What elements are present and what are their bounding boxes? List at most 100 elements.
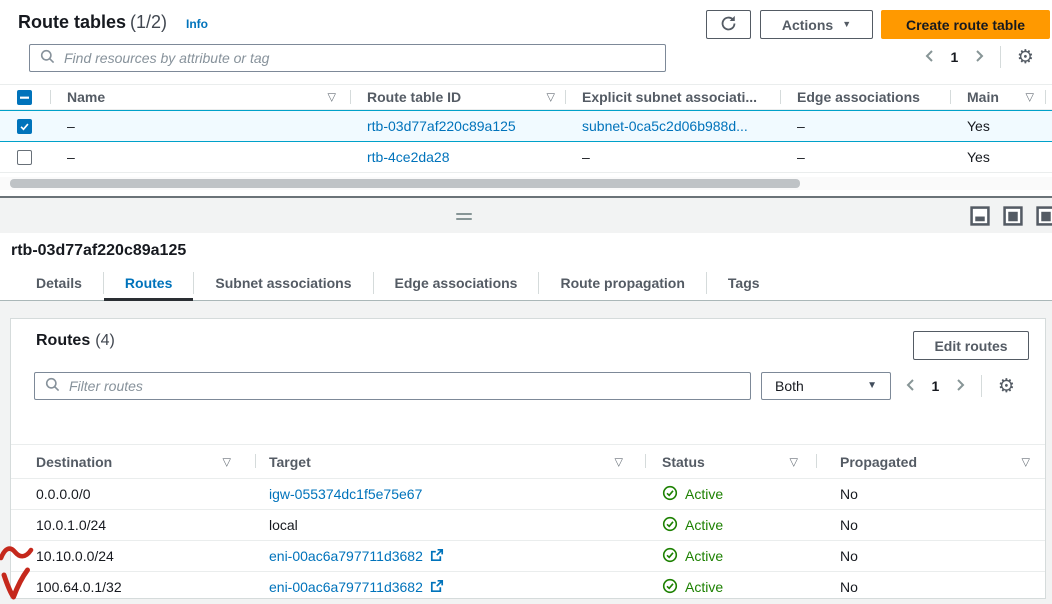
resource-search[interactable] <box>29 44 666 72</box>
target-link[interactable]: eni-00ac6a797711d3682 <box>269 548 423 564</box>
next-page-icon[interactable] <box>955 378 966 395</box>
cell-destination: 0.0.0.0/0 <box>11 486 255 502</box>
edit-routes-button[interactable]: Edit routes <box>913 331 1029 360</box>
routes-table-header: Destination ▽ Target ▽ Status ▽ Propagat… <box>11 444 1045 479</box>
search-icon <box>40 49 55 67</box>
route-row: 10.10.0.0/24 eni-00ac6a797711d3682 Activ… <box>11 541 1045 572</box>
sort-icon[interactable]: ▽ <box>328 91 336 104</box>
external-link-icon[interactable] <box>430 579 444 596</box>
cell-main: Yes <box>950 149 1046 165</box>
actions-button-label: Actions <box>782 17 833 33</box>
tab-edge-associations[interactable]: Edge associations <box>374 266 539 300</box>
refresh-button[interactable] <box>706 10 751 39</box>
row-checkbox-checked[interactable] <box>17 119 32 134</box>
routes-filter[interactable] <box>34 372 751 400</box>
cell-edge-associations: – <box>780 149 950 165</box>
previous-page-icon[interactable] <box>924 49 935 66</box>
resource-count: (1/2) <box>130 12 167 32</box>
status-label: Active <box>685 548 723 564</box>
external-link-icon[interactable] <box>430 548 444 565</box>
resize-drag-handle[interactable] <box>456 213 472 223</box>
cell-destination: 10.0.1.0/24 <box>11 517 255 533</box>
page-number[interactable]: 1 <box>932 378 940 394</box>
actions-button[interactable]: Actions ▼ <box>760 10 873 39</box>
status-active-icon <box>662 485 678 504</box>
target-text: local <box>269 517 298 533</box>
route-row: 10.0.1.0/24 local Active No <box>11 510 1045 541</box>
cell-name: – <box>50 118 350 134</box>
routes-filter-input[interactable] <box>67 377 740 395</box>
settings-gear-icon[interactable]: ⚙ <box>998 377 1015 396</box>
divider <box>816 454 817 468</box>
routes-section-title: Routes(4) <box>36 332 115 350</box>
cell-propagated: No <box>816 517 1045 533</box>
next-page-icon[interactable] <box>974 49 985 66</box>
sort-icon[interactable]: ▽ <box>547 91 555 104</box>
column-header-propagated[interactable]: Propagated ▽ <box>816 454 1045 470</box>
target-link[interactable]: eni-00ac6a797711d3682 <box>269 579 423 595</box>
target-link[interactable]: igw-055374dc1f5e75e67 <box>269 486 422 502</box>
divider <box>780 90 781 104</box>
column-header-explicit-subnet[interactable]: Explicit subnet associati... <box>565 89 780 105</box>
tab-tags[interactable]: Tags <box>707 266 781 300</box>
routes-card: Routes(4) Edit routes Both ▼ 1 ⚙ <box>10 318 1046 599</box>
sort-icon[interactable]: ▽ <box>1026 91 1034 104</box>
column-header-destination[interactable]: Destination ▽ <box>11 454 255 470</box>
divider <box>565 90 566 104</box>
select-all-checkbox[interactable] <box>17 90 32 105</box>
status-active-icon <box>662 516 678 535</box>
tab-routes[interactable]: Routes <box>104 266 193 300</box>
route-table-id-link[interactable]: rtb-4ce2da28 <box>367 149 450 165</box>
cell-explicit-subnet: – <box>565 149 780 165</box>
panel-bottom-position-icon[interactable] <box>970 206 990 229</box>
panel-hide-icon[interactable] <box>1036 206 1052 229</box>
routes-count: (4) <box>95 332 115 349</box>
scrollbar-thumb[interactable] <box>10 179 800 188</box>
table-row[interactable]: – rtb-4ce2da28 – – Yes <box>0 142 1052 173</box>
filter-scope-select[interactable]: Both ▼ <box>761 372 891 400</box>
divider <box>981 375 982 397</box>
info-link[interactable]: Info <box>186 17 208 31</box>
divider <box>950 90 951 104</box>
column-header-status[interactable]: Status ▽ <box>645 454 816 470</box>
column-header-route-table-id[interactable]: Route table ID ▽ <box>350 89 565 105</box>
previous-page-icon[interactable] <box>905 378 916 395</box>
tab-content-area: Routes(4) Edit routes Both ▼ 1 ⚙ <box>0 301 1052 604</box>
column-header-edge-associations[interactable]: Edge associations <box>780 89 950 105</box>
row-select-cell <box>0 119 50 134</box>
chevron-down-icon: ▼ <box>842 20 851 29</box>
column-header-main[interactable]: Main ▽ <box>950 89 1046 105</box>
horizontal-scrollbar <box>0 177 1052 190</box>
page-title-text: Route tables <box>18 12 126 32</box>
table-row[interactable]: – rtb-03d77af220c89a125 subnet-0ca5c2d06… <box>0 110 1052 142</box>
sort-icon[interactable]: ▽ <box>615 455 623 468</box>
settings-gear-icon[interactable]: ⚙ <box>1017 48 1034 67</box>
panel-side-position-icon[interactable] <box>1003 206 1023 229</box>
create-route-table-button[interactable]: Create route table <box>881 10 1050 39</box>
tab-route-propagation[interactable]: Route propagation <box>539 266 705 300</box>
split-panel: rtb-03d77af220c89a125 Details Routes Sub… <box>0 233 1052 301</box>
page-title: Route tables(1/2) <box>18 12 167 33</box>
chevron-down-icon: ▼ <box>867 381 877 391</box>
divider <box>1045 90 1046 104</box>
status-label: Active <box>685 517 723 533</box>
status-label: Active <box>685 579 723 595</box>
status-active-icon <box>662 578 678 597</box>
search-icon <box>45 377 60 395</box>
column-header-target[interactable]: Target ▽ <box>255 454 645 470</box>
column-header-name[interactable]: Name ▽ <box>50 89 350 105</box>
sort-icon[interactable]: ▽ <box>1022 455 1030 468</box>
tab-subnet-associations[interactable]: Subnet associations <box>194 266 372 300</box>
sort-icon[interactable]: ▽ <box>223 455 231 468</box>
sort-icon[interactable]: ▽ <box>790 455 798 468</box>
row-checkbox-unchecked[interactable] <box>17 150 32 165</box>
page-number[interactable]: 1 <box>951 49 959 65</box>
subnet-association-link[interactable]: subnet-0ca5c2d06b988d... <box>582 118 748 134</box>
divider <box>255 454 256 468</box>
row-select-cell <box>0 150 50 165</box>
search-input[interactable] <box>62 49 655 67</box>
route-table-id-link[interactable]: rtb-03d77af220c89a125 <box>367 118 516 134</box>
create-route-table-label: Create route table <box>906 17 1025 33</box>
tab-details[interactable]: Details <box>15 266 103 300</box>
filter-scope-value: Both <box>775 378 804 394</box>
